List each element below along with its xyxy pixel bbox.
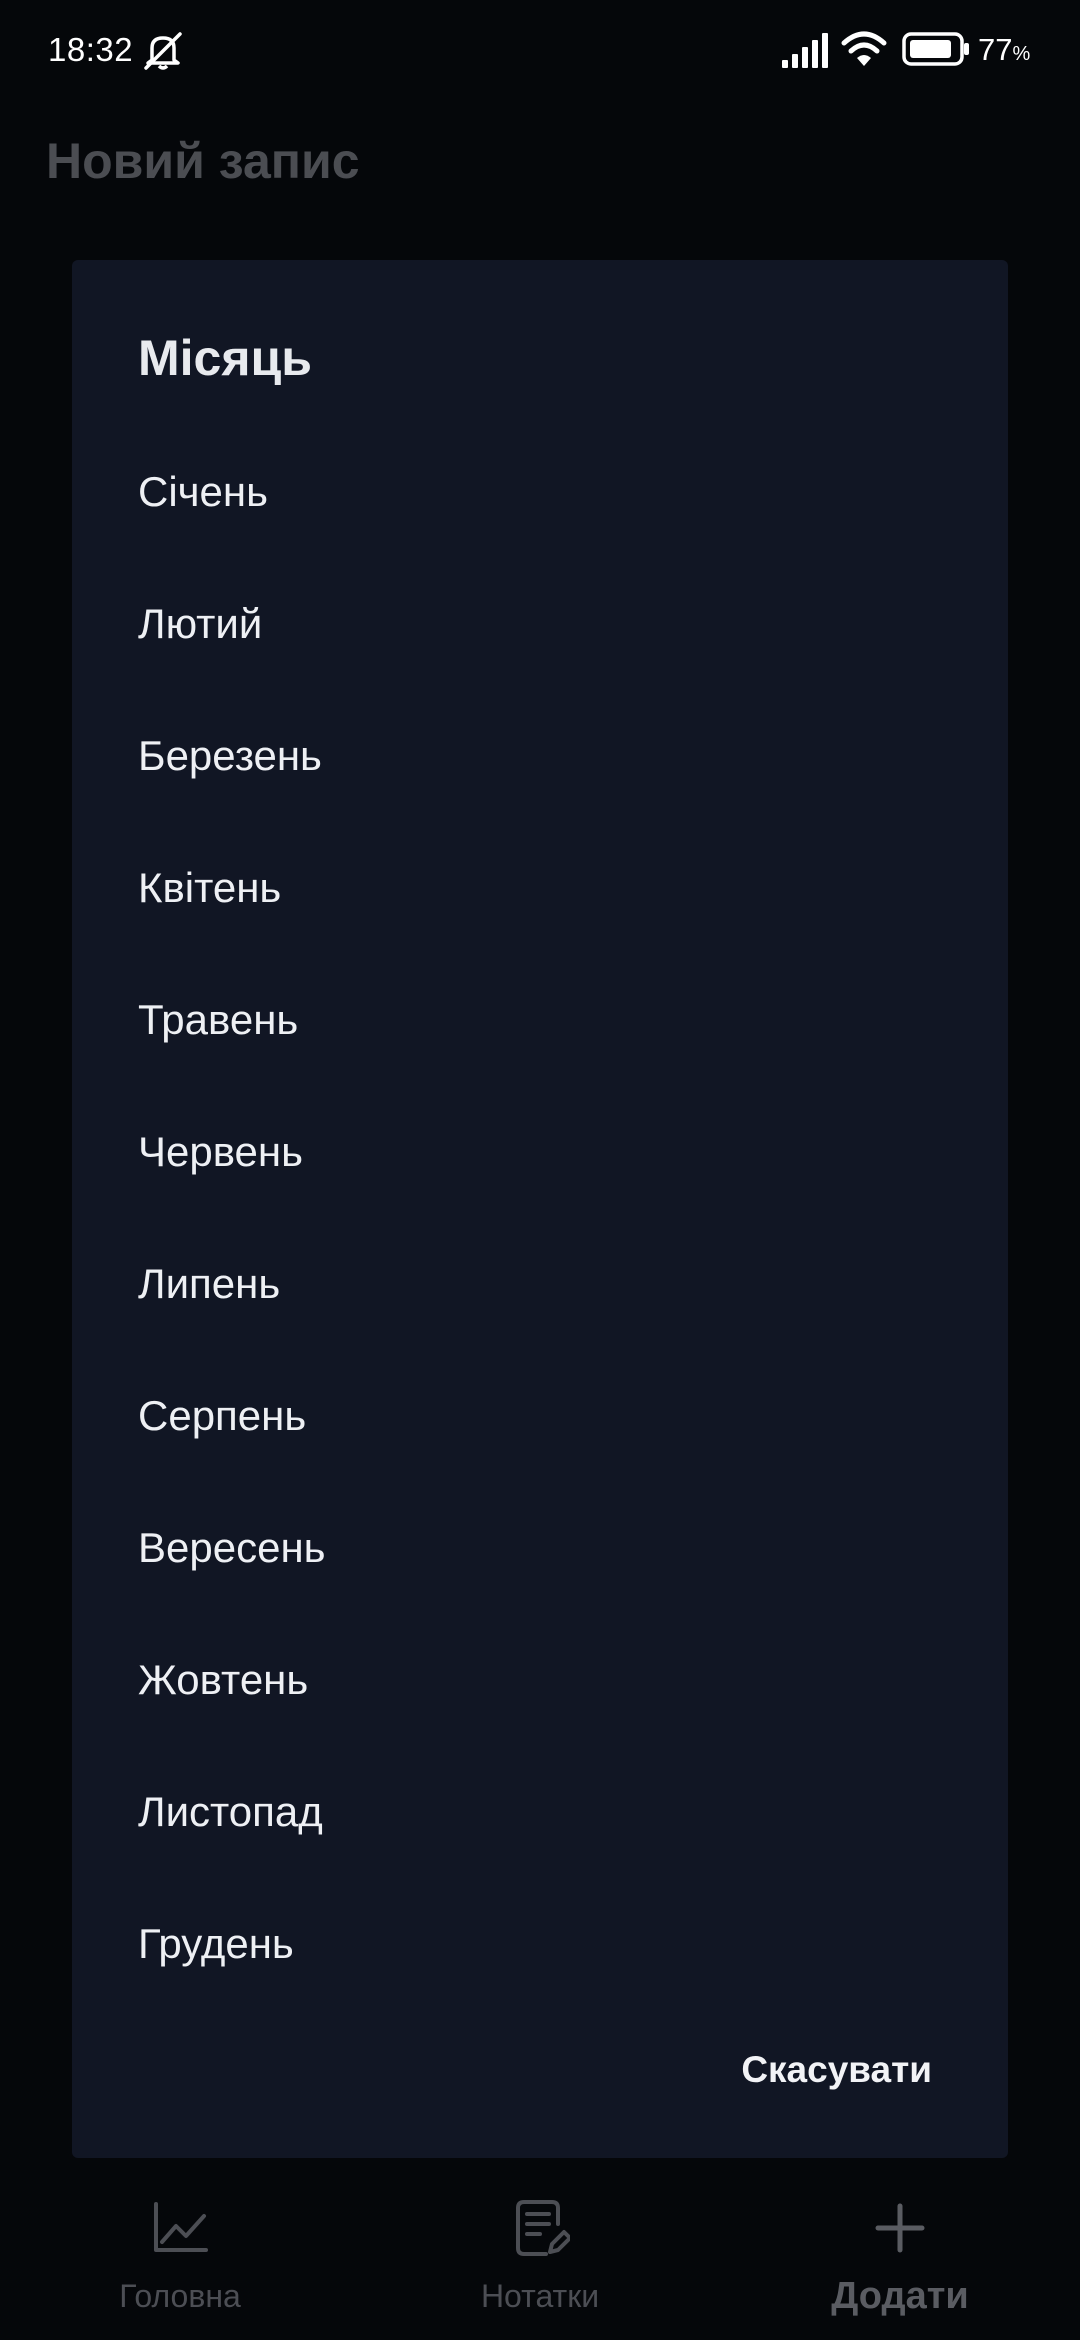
status-time: 18:32 <box>48 31 134 68</box>
signal-icon <box>782 33 828 68</box>
chart-line-icon <box>154 2202 208 2252</box>
nav-item-home[interactable]: Головна <box>0 2180 360 2340</box>
month-option-november[interactable]: Листопад <box>72 1746 1008 1878</box>
battery-unit: % <box>1012 43 1031 65</box>
bottom-nav: Головна Нотатки Додати <box>0 2180 1080 2340</box>
month-option-june[interactable]: Червень <box>72 1086 1008 1218</box>
screen: 18:32 77% Новий запис Місяць Січень Люти… <box>0 0 1080 2340</box>
nav-item-notes[interactable]: Нотатки <box>360 2180 720 2340</box>
nav-item-home-label: Головна <box>119 2278 241 2314</box>
month-option-april[interactable]: Квітень <box>72 822 1008 954</box>
month-option-october[interactable]: Жовтень <box>72 1614 1008 1746</box>
cancel-button[interactable]: Скасувати <box>741 2034 932 2106</box>
nav-item-notes-label: Нотатки <box>480 2278 600 2314</box>
month-list: Січень Лютий Березень Квітень Травень Че… <box>72 426 1008 2010</box>
month-option-august[interactable]: Серпень <box>72 1350 1008 1482</box>
battery-percent: 77% <box>978 30 1030 74</box>
month-option-january[interactable]: Січень <box>72 426 1008 558</box>
page-title: Новий запис <box>46 133 360 189</box>
month-option-may[interactable]: Травень <box>72 954 1008 1086</box>
month-option-december[interactable]: Грудень <box>72 1878 1008 2010</box>
dialog-title: Місяць <box>138 330 312 386</box>
mute-bell-icon <box>144 32 182 70</box>
nav-item-add-label: Додати <box>831 2275 969 2317</box>
battery-icon <box>902 32 969 66</box>
notes-edit-icon <box>516 2200 570 2256</box>
month-option-february[interactable]: Лютий <box>72 558 1008 690</box>
nav-item-add[interactable]: Додати <box>720 2180 1080 2340</box>
status-bar: 18:32 77% <box>0 0 1080 100</box>
month-option-july[interactable]: Липень <box>72 1218 1008 1350</box>
month-picker-dialog: Місяць Січень Лютий Березень Квітень Тра… <box>72 260 1008 2158</box>
battery-value: 77 <box>978 32 1013 67</box>
plus-icon <box>875 2203 925 2253</box>
wifi-icon <box>841 31 887 66</box>
month-option-september[interactable]: Вересень <box>72 1482 1008 1614</box>
month-option-march[interactable]: Березень <box>72 690 1008 822</box>
